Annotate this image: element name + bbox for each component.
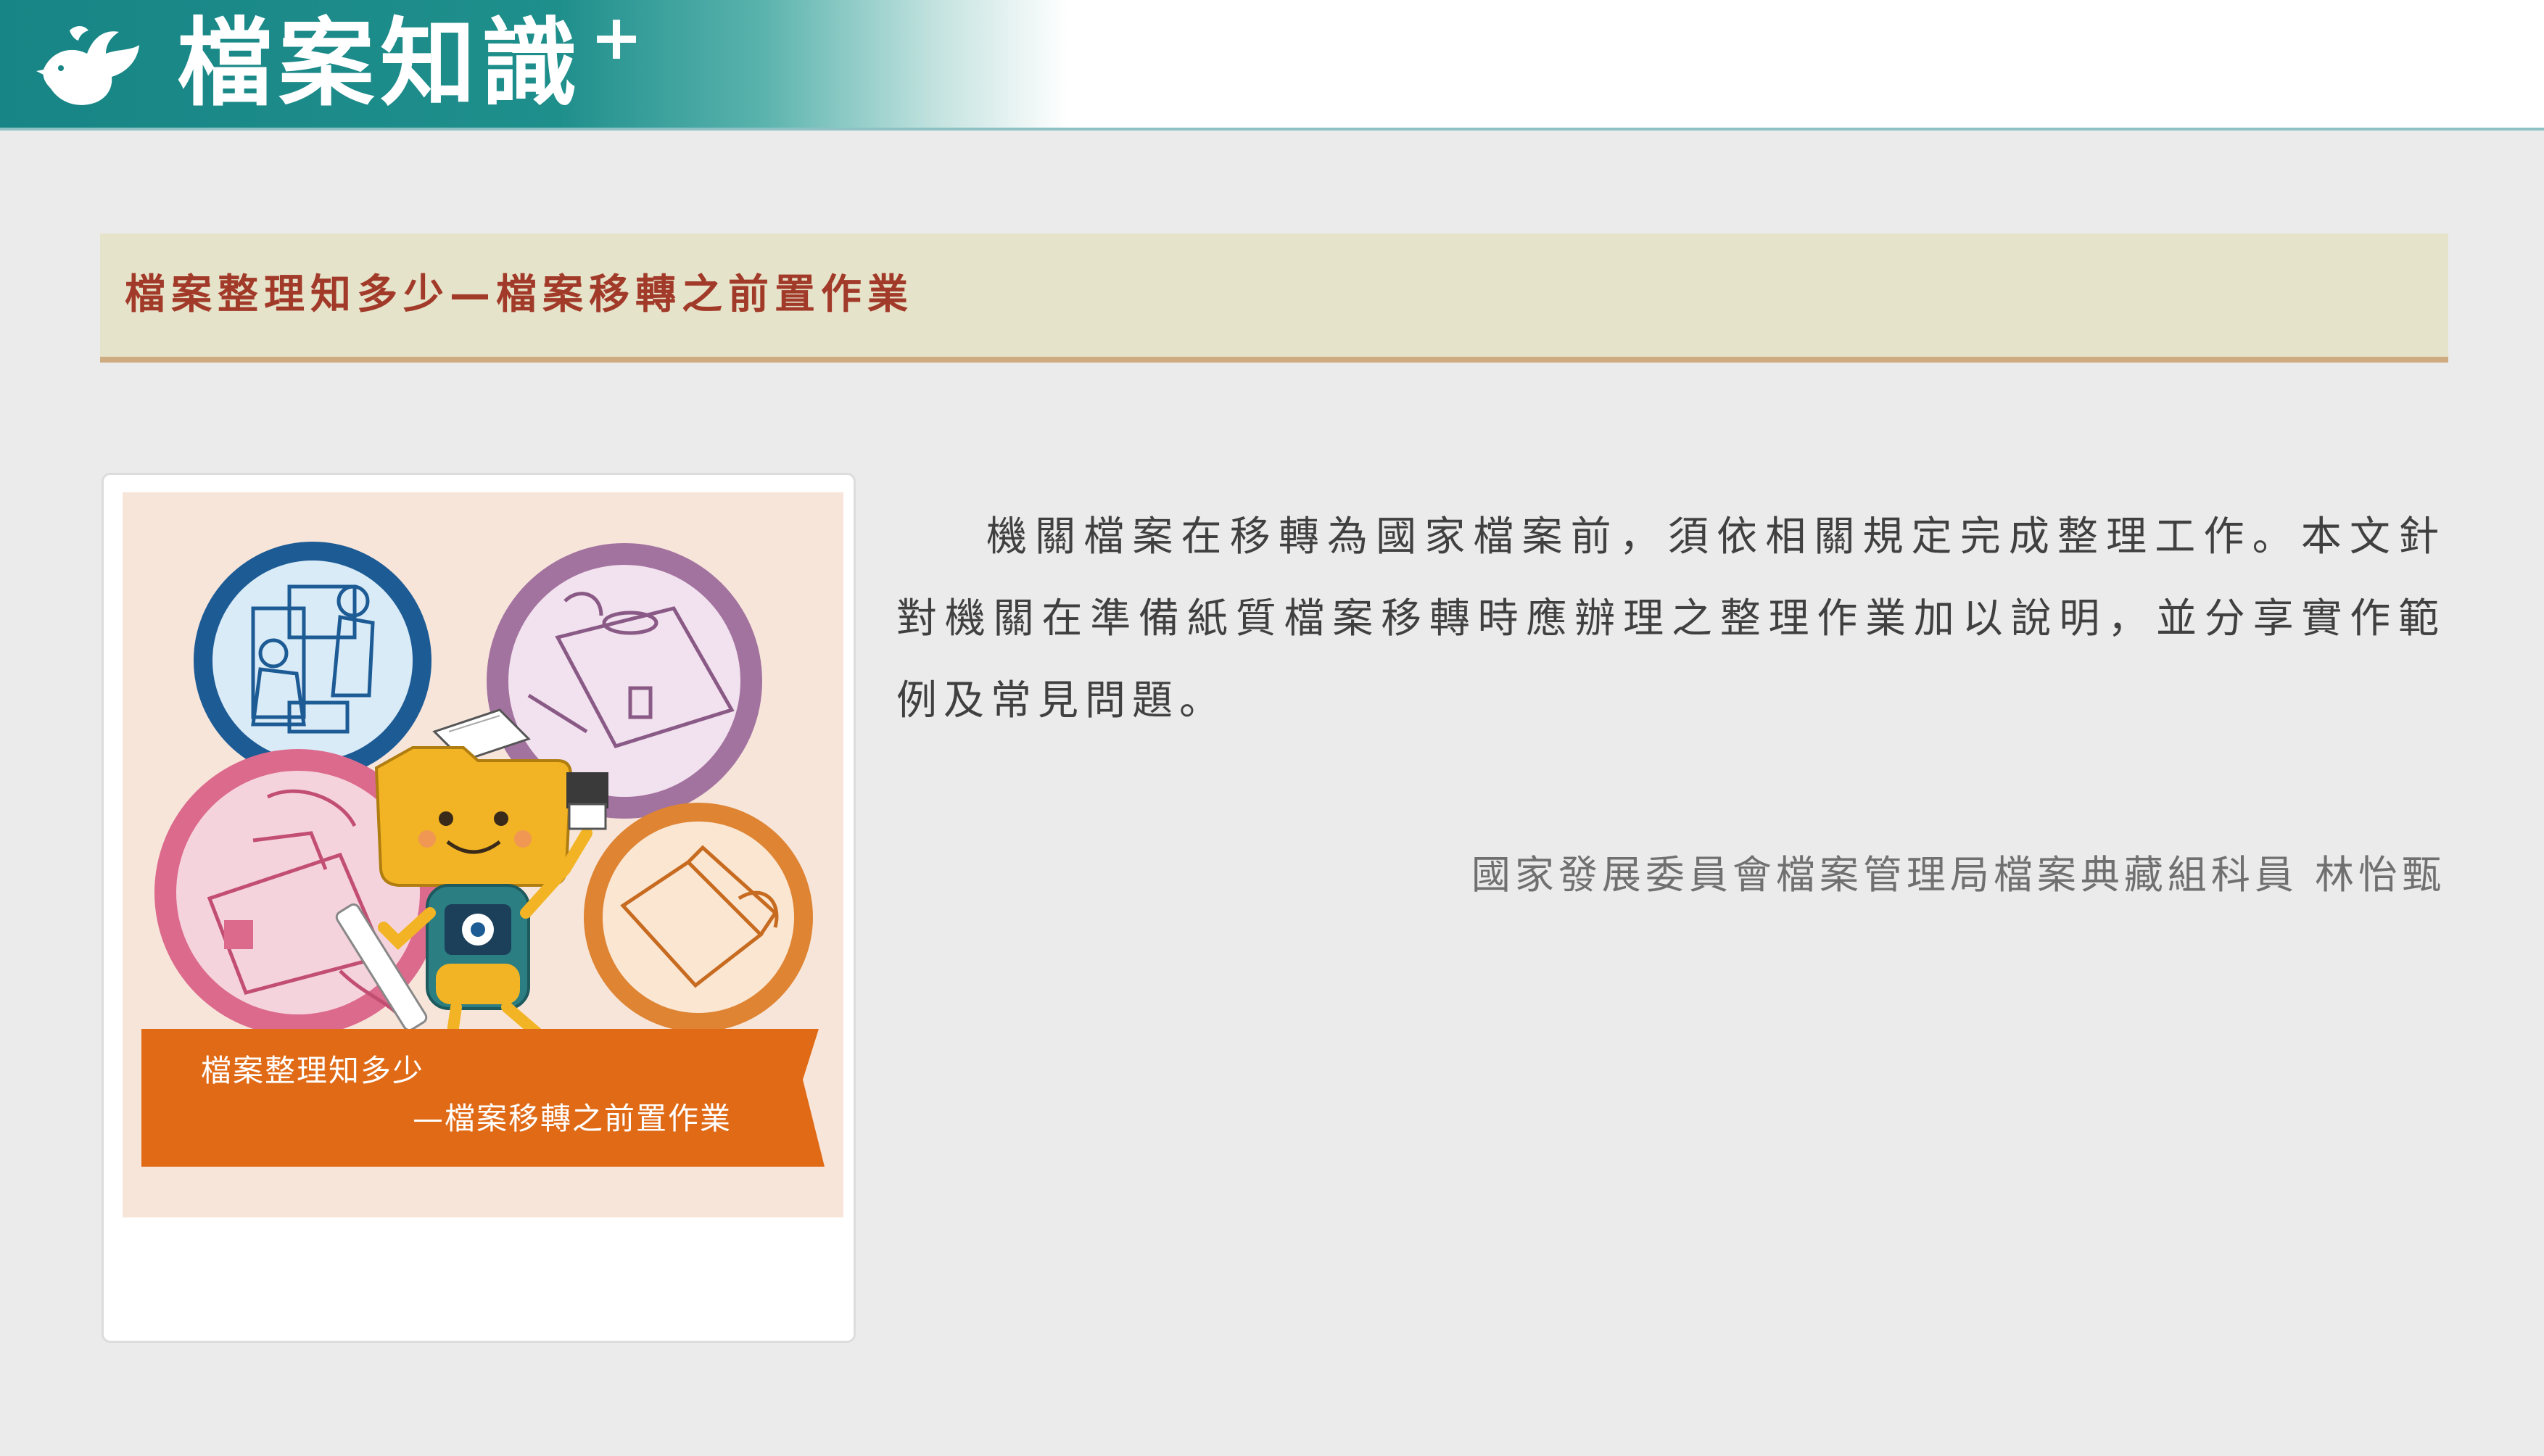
- illustration-banner: 檔案整理知多少 —檔案移轉之前置作業: [141, 1029, 825, 1167]
- article-image-card: 檔案整理知多少 —檔案移轉之前置作業: [102, 473, 856, 1343]
- banner-line-2: —檔案移轉之前置作業: [413, 1101, 732, 1136]
- site-logo[interactable]: 檔案知識 +: [29, 1, 643, 120]
- article-title: 檔案整理知多少—檔案移轉之前置作業: [125, 271, 914, 318]
- logo-plus-mark: +: [590, 1, 643, 74]
- article-author: 國家發展委員會檔案管理局檔案典藏組科員 林怡甄: [1471, 852, 2445, 898]
- article-title-bar: 檔案整理知多少—檔案移轉之前置作業: [100, 233, 2448, 363]
- logo-text: 檔案知識: [177, 8, 583, 120]
- archivists-scene-icon: [194, 542, 431, 779]
- boxing-documents-icon: [584, 803, 813, 1032]
- bird-logo-icon: [36, 26, 140, 105]
- site-header: 檔案知識 +: [0, 0, 2544, 131]
- article-intro: 機關檔案在移轉為國家檔案前，須依相關規定完成整理工作。本文針對機關在準備紙質檔案…: [896, 513, 2445, 724]
- article-illustration: 檔案整理知多少 —檔案移轉之前置作業: [123, 492, 843, 1217]
- banner-line-1: 檔案整理知多少: [201, 1053, 424, 1088]
